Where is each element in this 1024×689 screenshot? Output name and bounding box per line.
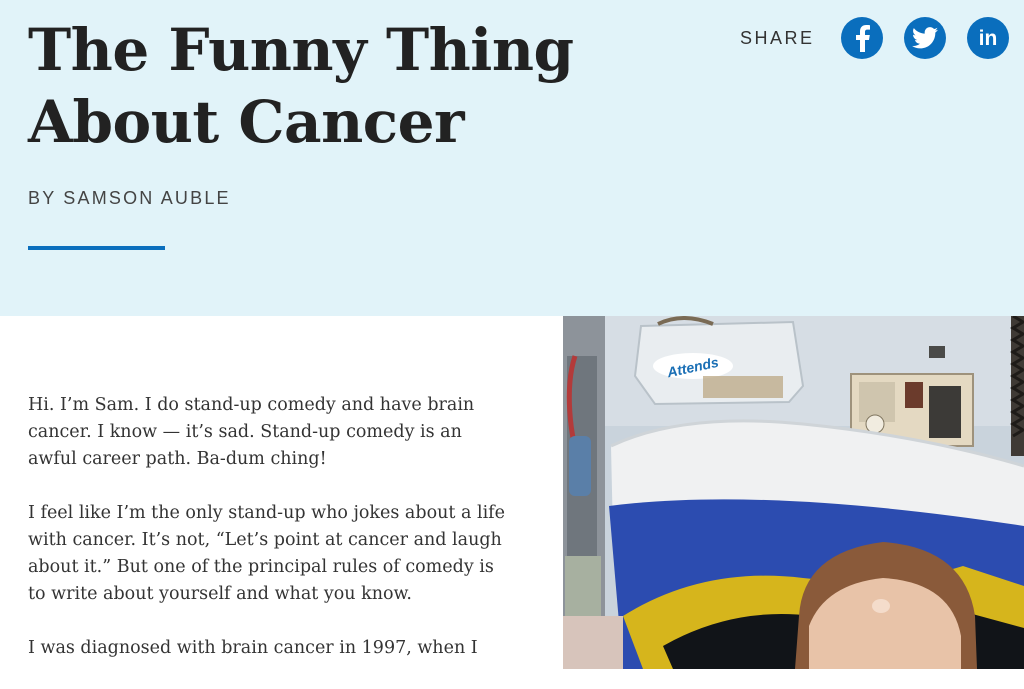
- accent-divider: [28, 246, 165, 250]
- share-bar: SHARE in: [740, 16, 1009, 60]
- title-line-1: The Funny Thing: [28, 16, 574, 84]
- article-title: The Funny Thing About Cancer: [28, 14, 668, 158]
- linkedin-icon: in: [978, 27, 997, 50]
- article-header: The Funny Thing About Cancer BY SAMSON A…: [0, 0, 1024, 316]
- hero-photo: Attends: [563, 316, 1024, 669]
- author-byline: BY SAMSON AUBLE: [28, 188, 231, 208]
- facebook-icon: [855, 25, 870, 52]
- twitter-share-button[interactable]: [903, 17, 946, 59]
- article-body: Hi. I’m Sam. I do stand-up comedy and ha…: [28, 392, 508, 689]
- share-label: SHARE: [740, 27, 815, 48]
- facebook-share-button[interactable]: [840, 17, 883, 59]
- linkedin-share-button[interactable]: in: [966, 17, 1009, 59]
- twitter-icon: [911, 27, 938, 49]
- article-paragraph: I feel like I’m the only stand-up who jo…: [28, 503, 505, 604]
- linkedin-glyph: in: [978, 27, 997, 50]
- article-paragraph: I was diagnosed with brain cancer in 199…: [28, 638, 478, 658]
- article-paragraph: Hi. I’m Sam. I do stand-up comedy and ha…: [28, 395, 475, 469]
- title-line-2: About Cancer: [28, 88, 465, 156]
